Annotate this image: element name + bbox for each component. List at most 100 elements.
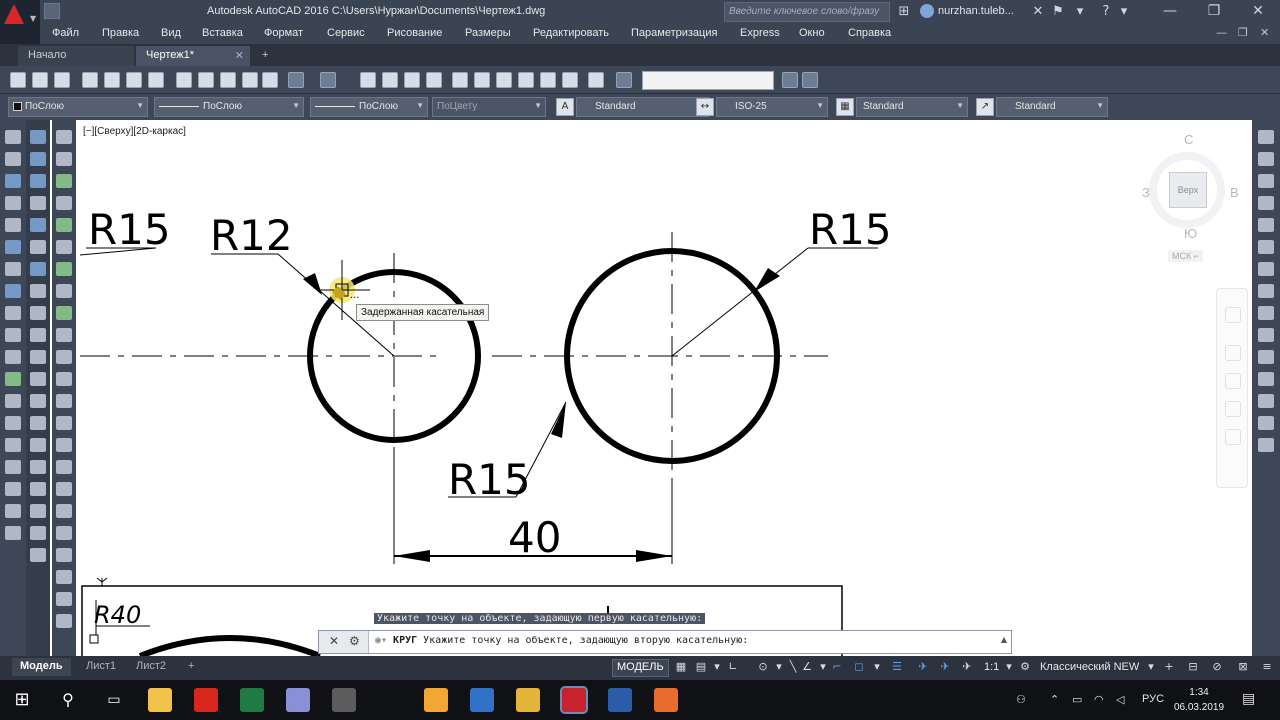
steering-wheel-icon[interactable] [1225,307,1241,323]
ibooks-app-icon[interactable] [424,688,448,712]
annotation-scale-icon[interactable]: ✈ [960,660,974,674]
right-tool-3-icon[interactable] [1258,174,1274,188]
osnap-menu-icon[interactable]: ▾ [870,660,884,674]
aligned-dim-icon[interactable] [30,152,46,166]
customize-statusbar-icon[interactable]: ≡ [1260,660,1274,674]
user-avatar-icon[interactable] [920,4,934,18]
right-tool-5-icon[interactable] [1258,218,1274,232]
mtext-tool-icon[interactable] [5,526,21,540]
tab-drawing1[interactable]: Чертеж1* ✕ [136,46,250,66]
workspace-switch[interactable]: Классический NEW [1040,661,1139,673]
match-properties-icon[interactable] [242,72,258,88]
tool-palettes-icon[interactable] [496,72,512,88]
round-app-icon[interactable] [470,688,494,712]
scale-tool-icon[interactable] [56,284,72,298]
array-tool-icon[interactable] [56,218,72,232]
save-toolbar-icon[interactable] [54,72,70,88]
command-recent-icon[interactable]: ◉▾ [375,635,387,646]
undo-icon[interactable] [288,72,304,88]
calculator-app-icon[interactable] [332,688,356,712]
model-space-button[interactable]: МОДЕЛЬ [612,659,669,677]
explorer-app-icon[interactable] [148,688,172,712]
chamfer-tool-icon[interactable] [56,438,72,452]
doc-restore-icon[interactable]: ❐ [1238,26,1248,39]
insert-block-tool-icon[interactable] [5,372,21,386]
showmotion-icon[interactable] [1225,429,1241,445]
angular-dim-icon[interactable] [30,284,46,298]
right-tool-11-icon[interactable] [1258,350,1274,364]
menu-window[interactable]: Окно [799,27,825,39]
quick-dim-icon[interactable] [30,306,46,320]
copy-tool-icon[interactable] [56,152,72,166]
blend-tool-icon[interactable] [56,482,72,496]
redo-icon[interactable] [320,72,336,88]
search-taskbar-icon[interactable]: ⚲ [56,688,80,712]
ellipse-tool-icon[interactable] [5,328,21,342]
mirror-tool-icon[interactable] [56,174,72,188]
dim-style-combo[interactable]: ISO-25 ▼ [716,97,828,117]
right-tool-12-icon[interactable] [1258,372,1274,386]
label-r12[interactable]: R12 [210,211,293,260]
polyline-tool-icon[interactable] [5,174,21,188]
clean-screen-icon[interactable]: ⊠ [1236,660,1250,674]
plot-style-combo[interactable]: ПоЦвету ▼ [432,97,546,117]
annotation-scale-value[interactable]: 1:1 [984,661,999,673]
publish-icon[interactable] [126,72,142,88]
wrench-icon[interactable]: ⚙ [349,634,360,648]
tab-layout2[interactable]: Лист2 [128,658,174,676]
tolerance-icon[interactable] [30,416,46,430]
color-combo[interactable]: ПоСлою ▼ [8,97,148,117]
text-style-combo[interactable]: Standard ▼ [576,97,710,117]
3d-print-icon[interactable] [148,72,164,88]
find-tool-icon[interactable] [56,592,72,606]
mleader-style-icon[interactable]: ↗ [976,98,994,116]
new-tab-button[interactable]: + [256,46,278,66]
customize-icon[interactable] [802,72,818,88]
cut-icon[interactable] [176,72,192,88]
erase-tool-icon[interactable] [56,130,72,144]
units-icon[interactable]: ⊟ [1186,660,1200,674]
quickcalc-icon[interactable] [562,72,578,88]
inspection-icon[interactable] [30,460,46,474]
binoculars-icon[interactable]: ⊞ [896,4,912,20]
tray-expand-icon[interactable]: ⌃ [1050,693,1059,706]
snap-icon[interactable]: ▤ [694,660,708,674]
right-tool-15-icon[interactable] [1258,438,1274,452]
orbit-icon[interactable] [1225,401,1241,417]
print-icon[interactable] [82,72,98,88]
mtext-edit-tool-icon[interactable] [56,548,72,562]
arc-tool-icon[interactable] [5,240,21,254]
scale-menu-icon[interactable]: ▾ [1002,660,1016,674]
add-layout-button[interactable]: + [180,658,202,676]
menu-draw[interactable]: Рисование [387,27,442,39]
arc-length-dim-icon[interactable] [30,174,46,188]
break-point-tool-icon[interactable] [56,372,72,386]
menu-edit[interactable]: Правка [102,27,139,39]
save-icon[interactable] [44,3,60,19]
explode-tool-icon[interactable] [56,504,72,518]
cart-icon[interactable]: ⚑ [1050,4,1066,20]
right-tool-8-icon[interactable] [1258,284,1274,298]
task-view-icon[interactable]: ▭ [102,688,126,712]
isolate-objects-icon[interactable]: ⊘ [1210,660,1224,674]
chrome-app-icon[interactable] [516,688,540,712]
dim-style-icon[interactable]: ↔ [696,98,714,116]
otrack-menu-icon[interactable]: ▾ [816,660,830,674]
doc-minimize-icon[interactable]: — [1216,26,1227,39]
user-name[interactable]: nurzhan.tuleb... [938,5,1014,17]
right-tool-1-icon[interactable] [1258,130,1274,144]
region-tool-icon[interactable] [5,482,21,496]
menu-format[interactable]: Формат [264,27,303,39]
move-tool-icon[interactable] [56,240,72,254]
table-tool-icon[interactable] [5,504,21,518]
minimize-button[interactable]: — [1148,0,1192,24]
grip-marker[interactable] [89,634,99,644]
dim-break-icon[interactable] [30,394,46,408]
text-tool-icon[interactable] [56,526,72,540]
application-menu-button[interactable]: ▼ [0,0,40,44]
jogged-dim-icon[interactable] [30,240,46,254]
label-r15-left[interactable]: R15 [88,205,171,254]
spell-check-tool-icon[interactable] [56,570,72,584]
zoom-extents-icon[interactable] [1225,373,1241,389]
maximize-button[interactable]: ❐ [1192,0,1236,24]
